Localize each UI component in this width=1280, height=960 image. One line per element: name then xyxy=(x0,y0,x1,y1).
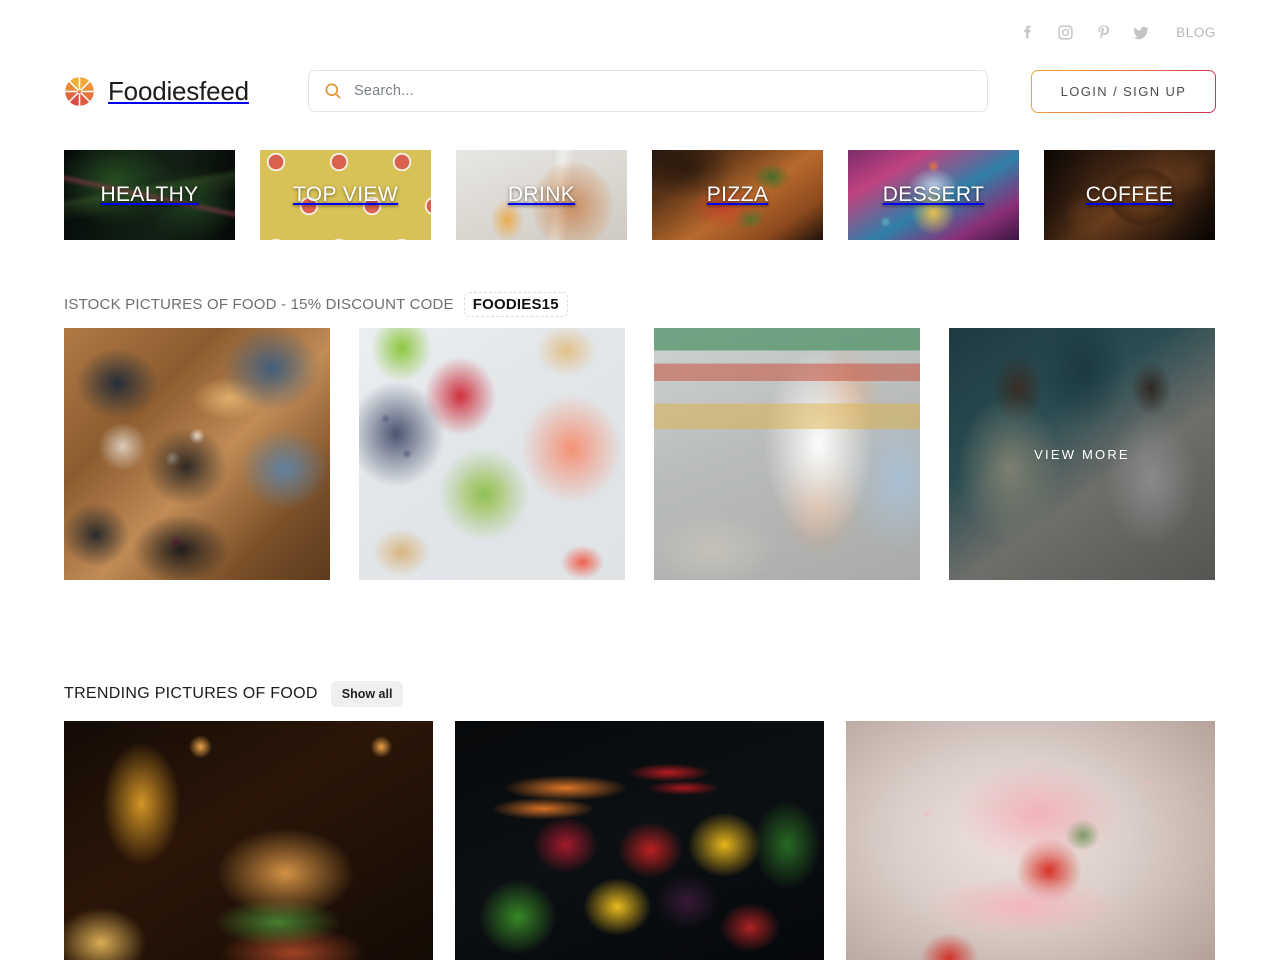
istock-card-healthy-food[interactable] xyxy=(359,328,625,580)
category-tile-drink[interactable]: DRINK xyxy=(456,150,627,240)
trending-card-vegetables[interactable] xyxy=(455,721,824,960)
istock-card-brunch-table[interactable] xyxy=(64,328,330,580)
category-tile-healthy[interactable]: HEALTHY xyxy=(64,150,235,240)
istock-image-grocery-receipt xyxy=(654,328,920,580)
istock-section-title: ISTOCK PICTURES OF FOOD - 15% DISCOUNT C… xyxy=(64,296,454,313)
brand-name: Foodiesfeed xyxy=(108,75,249,106)
trending-card-strawberry-splash[interactable] xyxy=(846,721,1215,960)
category-label: DRINK xyxy=(507,183,576,206)
istock-section-header: ISTOCK PICTURES OF FOOD - 15% DISCOUNT C… xyxy=(64,292,1216,317)
category-tile-dessert[interactable]: DESSERT xyxy=(848,150,1019,240)
istock-image-row: VIEW MORE xyxy=(64,328,1216,580)
show-all-button[interactable]: Show all xyxy=(330,681,404,707)
istock-image-brunch-table xyxy=(64,328,330,580)
trending-image-burger xyxy=(64,721,433,960)
search-bar[interactable] xyxy=(308,70,988,112)
trending-section-title: TRENDING PICTURES OF FOOD xyxy=(64,685,318,702)
promo-code-badge[interactable]: FOODIES15 xyxy=(463,292,568,317)
brand-logo-link[interactable]: Foodiesfeed xyxy=(64,76,304,107)
page-root: BLOG Foodiesfeed Search... LOGIN / SIGN … xyxy=(0,0,1280,960)
trending-image-row xyxy=(64,721,1216,960)
category-tiles: HEALTHY TOP VIEW DRINK PIZZA DESSERT COF… xyxy=(64,150,1216,240)
facebook-icon[interactable] xyxy=(1014,20,1040,46)
istock-image-healthy-food xyxy=(359,328,625,580)
instagram-icon[interactable] xyxy=(1052,20,1078,46)
trending-section-header: TRENDING PICTURES OF FOOD Show all xyxy=(64,681,1216,707)
istock-card-view-more[interactable]: VIEW MORE xyxy=(949,328,1215,580)
pinterest-icon[interactable] xyxy=(1090,20,1116,46)
top-social-bar: BLOG xyxy=(64,0,1216,57)
istock-card-grocery-receipt[interactable] xyxy=(654,328,920,580)
page-container: BLOG Foodiesfeed Search... LOGIN / SIGN … xyxy=(64,0,1216,960)
category-label: PIZZA xyxy=(706,183,769,206)
category-label: COFFEE xyxy=(1085,183,1174,206)
category-tile-pizza[interactable]: PIZZA xyxy=(652,150,823,240)
trending-image-strawberry-splash xyxy=(846,721,1215,960)
trending-image-vegetables xyxy=(455,721,824,960)
search-input[interactable] xyxy=(354,83,973,99)
category-tile-coffee[interactable]: COFFEE xyxy=(1044,150,1215,240)
category-label: TOP VIEW xyxy=(292,183,399,206)
shutter-logo-icon xyxy=(64,76,95,107)
site-header: Foodiesfeed LOGIN / SIGN UP xyxy=(64,60,1216,122)
view-more-label: VIEW MORE xyxy=(1034,446,1130,462)
category-tile-top-view[interactable]: TOP VIEW xyxy=(260,150,431,240)
category-label: HEALTHY xyxy=(100,183,199,206)
login-signup-button[interactable]: LOGIN / SIGN UP xyxy=(1031,70,1216,113)
blog-link[interactable]: BLOG xyxy=(1176,25,1216,40)
category-label: DESSERT xyxy=(882,183,985,206)
search-icon xyxy=(323,81,343,101)
twitter-icon[interactable] xyxy=(1128,20,1154,46)
trending-card-burger[interactable] xyxy=(64,721,433,960)
